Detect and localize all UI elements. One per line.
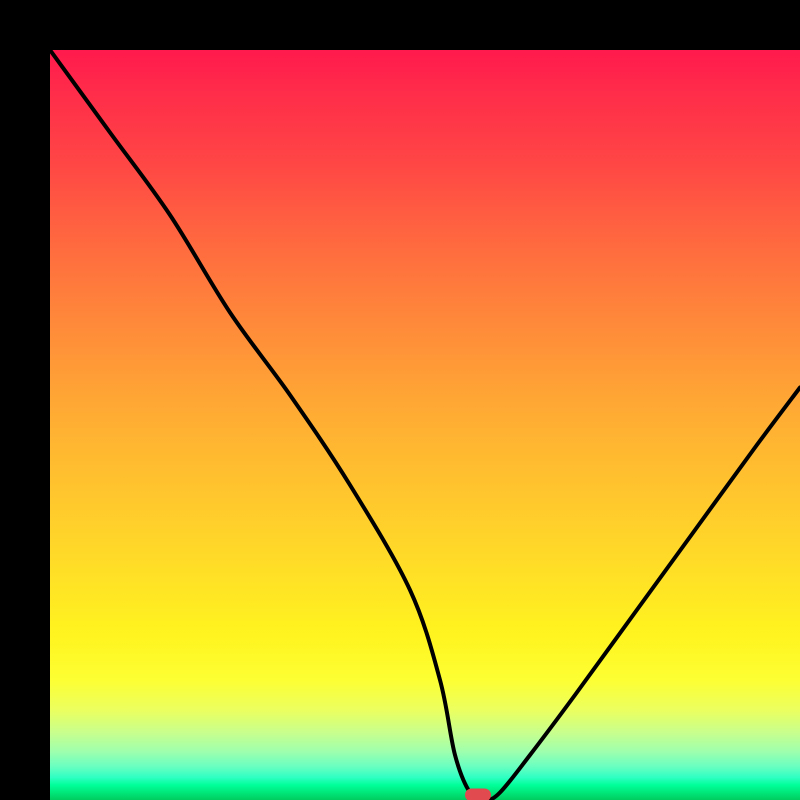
chart-frame [0, 0, 800, 800]
optimal-point-marker [465, 788, 491, 800]
bottleneck-curve [50, 50, 800, 800]
chart-plot-area [50, 50, 800, 800]
